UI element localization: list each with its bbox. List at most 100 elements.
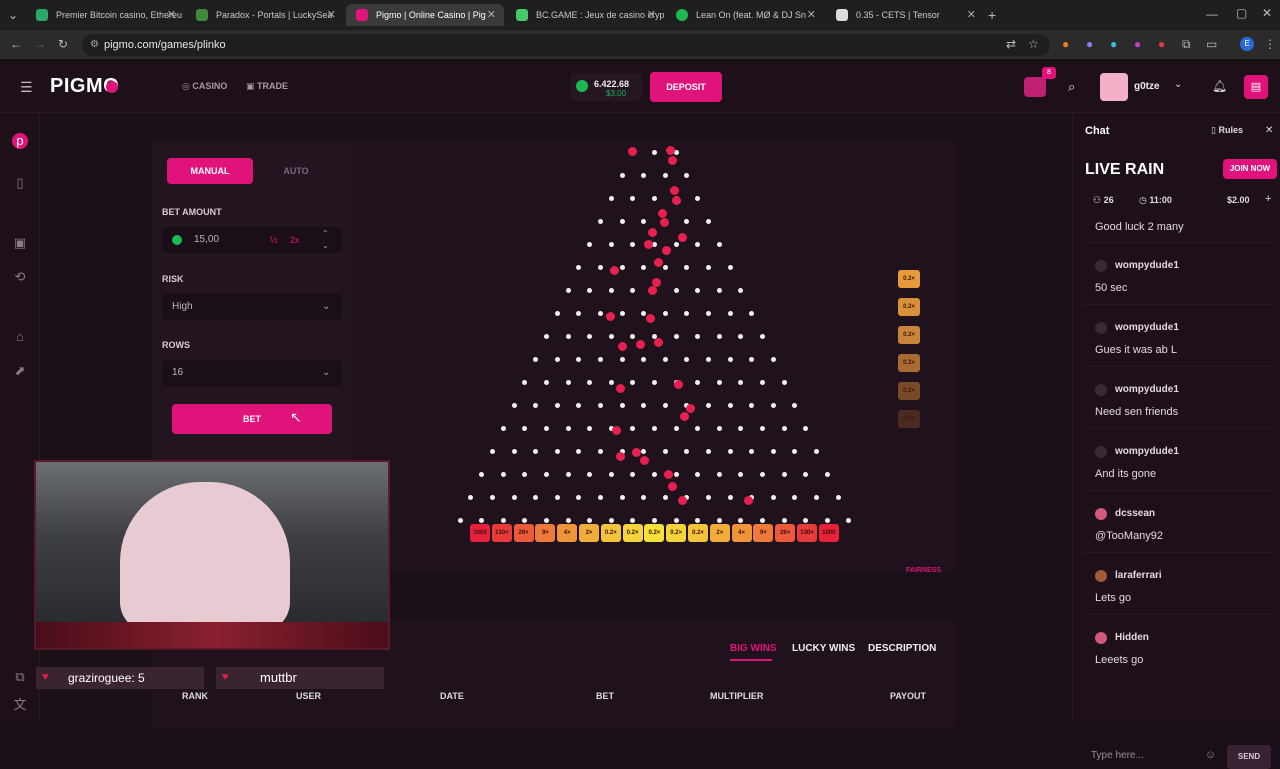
double-button[interactable]: 2x bbox=[290, 227, 300, 253]
deposit-button[interactable]: DEPOSIT bbox=[650, 72, 722, 102]
emoji-icon[interactable]: ☺ bbox=[1205, 749, 1216, 761]
plinko-ball bbox=[648, 228, 657, 237]
menu-dots-icon[interactable]: ⋮ bbox=[1264, 37, 1276, 51]
chat-toggle-icon[interactable]: ▤ bbox=[1244, 75, 1268, 99]
home-icon[interactable]: ⌂ bbox=[12, 329, 28, 345]
close-icon[interactable]: ✕ bbox=[1265, 125, 1273, 136]
close-icon[interactable]: ✕ bbox=[167, 4, 176, 26]
language-icon[interactable]: ⧉ bbox=[12, 669, 28, 685]
gift-icon[interactable]: ▣ bbox=[12, 235, 28, 251]
chat-username[interactable]: dcssean bbox=[1115, 508, 1155, 519]
extension-fox-icon[interactable]: ● bbox=[1062, 37, 1069, 51]
maximize-icon[interactable]: ▢ bbox=[1236, 6, 1247, 20]
casino-icon: ◎ bbox=[182, 81, 193, 91]
plinko-ball bbox=[654, 338, 663, 347]
window-close-icon[interactable]: ✕ bbox=[1262, 6, 1272, 20]
tab-description[interactable]: DESCRIPTION bbox=[868, 643, 936, 654]
plinko-peg bbox=[781, 380, 787, 385]
close-icon[interactable]: ✕ bbox=[487, 4, 496, 26]
tab-2[interactable]: Pigmo | Online Casino | Pig ✕ bbox=[346, 4, 504, 26]
close-icon[interactable]: ✕ bbox=[967, 4, 976, 26]
close-icon[interactable]: ✕ bbox=[807, 4, 816, 26]
plinko-peg bbox=[716, 518, 722, 523]
plus-icon[interactable]: + bbox=[1265, 193, 1271, 205]
send-button[interactable]: SEND bbox=[1227, 745, 1271, 769]
fairness-link[interactable]: FAIRNESS bbox=[906, 567, 941, 574]
rows-select[interactable]: 16 ⌄ bbox=[162, 360, 342, 386]
trade-icon: ▣ bbox=[246, 81, 258, 91]
extension-icon[interactable]: ● bbox=[1086, 37, 1093, 51]
tab-favicon-icon bbox=[676, 9, 688, 21]
chat-message-text: Need sen friends bbox=[1095, 406, 1179, 418]
manual-tab[interactable]: MANUAL bbox=[167, 158, 253, 184]
plinko-peg bbox=[662, 357, 668, 362]
tab-lucky-wins[interactable]: LUCKY WINS bbox=[792, 643, 855, 654]
url-bar[interactable]: ⚙ pigmo.com/games/plinko bbox=[82, 34, 1050, 56]
plinko-peg bbox=[565, 518, 571, 523]
join-rain-button[interactable]: JOIN NOW bbox=[1223, 159, 1277, 179]
auto-tab[interactable]: AUTO bbox=[253, 158, 339, 184]
back-icon[interactable]: ← bbox=[10, 37, 22, 51]
plinko-peg bbox=[500, 426, 506, 431]
half-button[interactable]: ½ bbox=[270, 227, 278, 253]
translate-icon[interactable]: 文 bbox=[12, 697, 28, 713]
chat-username[interactable]: Hidden bbox=[1115, 632, 1149, 643]
search-icon[interactable]: ⌕ bbox=[1068, 79, 1075, 95]
rules-link[interactable]: ▯ Rules bbox=[1211, 125, 1243, 136]
rain-participants: ⚇ 26 bbox=[1093, 195, 1114, 206]
chat-input[interactable]: Type here... ☺ bbox=[1083, 745, 1223, 769]
chat-username[interactable]: wompydude1 bbox=[1115, 260, 1179, 271]
chart-icon[interactable]: ⬈ bbox=[12, 363, 28, 379]
chat-username[interactable]: wompydude1 bbox=[1115, 446, 1179, 457]
forward-icon[interactable]: → bbox=[34, 37, 46, 51]
avatar[interactable] bbox=[1100, 73, 1128, 101]
bell-icon[interactable]: 🔔︎ bbox=[1212, 79, 1227, 93]
tab-0[interactable]: Premier Bitcoin casino, Ethereu ✕ bbox=[26, 4, 184, 26]
tab-list-icon[interactable]: ⌄ bbox=[8, 8, 18, 22]
plinko-ball bbox=[640, 456, 649, 465]
vip-crown-icon[interactable] bbox=[1024, 77, 1046, 97]
chat-username[interactable]: wompydude1 bbox=[1115, 384, 1179, 395]
plinko-peg bbox=[814, 495, 819, 500]
chat-username[interactable]: wompydude1 bbox=[1115, 322, 1179, 333]
sidebar-icon[interactable]: ▭ bbox=[1206, 37, 1217, 51]
tab-4[interactable]: Lean On (feat. MØ & DJ Sn ✕ bbox=[666, 4, 824, 26]
close-icon[interactable]: ✕ bbox=[327, 4, 336, 26]
url-text: pigmo.com/games/plinko bbox=[104, 39, 226, 51]
refresh-box-icon[interactable]: ⟲ bbox=[12, 269, 28, 285]
username[interactable]: g0tze bbox=[1134, 81, 1160, 92]
stats-icon[interactable]: ▯ bbox=[12, 175, 28, 191]
close-icon[interactable]: ✕ bbox=[647, 4, 656, 26]
plinko-peg bbox=[662, 311, 668, 316]
risk-select[interactable]: High ⌄ bbox=[162, 294, 342, 320]
reload-icon[interactable]: ↻ bbox=[58, 37, 68, 51]
balance-box[interactable]: 6.422.68 $3.00 bbox=[570, 73, 642, 101]
chat-username[interactable]: laraferrari bbox=[1115, 570, 1162, 581]
bet-amount-input[interactable]: 15,00 ½ 2x ⌃ ⌄ bbox=[162, 227, 342, 253]
trade-nav[interactable]: ▣ TRADE bbox=[246, 81, 288, 92]
bookmark-star-icon[interactable]: ☆ bbox=[1028, 37, 1039, 51]
plinko-peg bbox=[716, 426, 722, 431]
profile-icon[interactable]: E bbox=[1240, 37, 1254, 51]
tab-3[interactable]: BC.GAME : Jeux de casino cryp ✕ bbox=[506, 4, 664, 26]
pigmo-icon[interactable]: p bbox=[12, 133, 28, 149]
new-tab-icon[interactable]: + bbox=[988, 7, 996, 23]
hamburger-menu-icon[interactable]: ☰ bbox=[20, 79, 33, 96]
casino-nav[interactable]: ◎ CASINO bbox=[182, 81, 227, 92]
chevron-down-icon[interactable]: ⌄ bbox=[1174, 79, 1182, 90]
tab-1[interactable]: Paradox - Portals | LuckySea ✕ bbox=[186, 4, 344, 26]
extension-icon[interactable]: ● bbox=[1110, 37, 1117, 51]
chat-message-text: @TooMany92 bbox=[1095, 530, 1164, 542]
site-info-icon[interactable]: ⚙ bbox=[90, 34, 99, 56]
extension-icon[interactable]: ● bbox=[1134, 37, 1141, 51]
plinko-ball bbox=[674, 380, 683, 389]
tab-5[interactable]: 0.35 - CETS | Tensor ✕ bbox=[826, 4, 984, 26]
bet-button[interactable]: BET bbox=[172, 404, 332, 434]
decrement-icon[interactable]: ⌄ bbox=[322, 233, 329, 259]
tab-big-wins[interactable]: BIG WINS bbox=[730, 643, 777, 654]
extension-icon[interactable]: ● bbox=[1158, 37, 1165, 51]
minimize-icon[interactable]: — bbox=[1206, 7, 1218, 21]
plinko-peg bbox=[619, 219, 625, 224]
translate-icon[interactable]: ⇄ bbox=[1006, 37, 1016, 51]
extensions-puzzle-icon[interactable]: ⧉ bbox=[1182, 37, 1191, 52]
